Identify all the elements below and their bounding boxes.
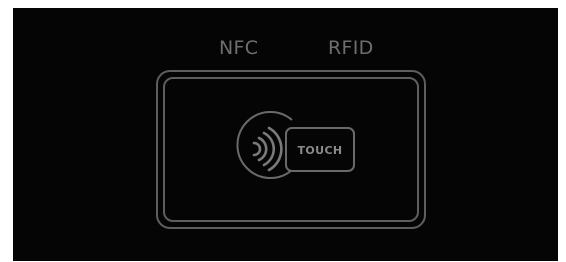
card-reader-graphic: TOUCH <box>156 70 426 229</box>
touch-button[interactable]: TOUCH <box>285 127 355 172</box>
touch-button-label: TOUCH <box>297 144 342 157</box>
contactless-waves-icon <box>236 111 293 179</box>
